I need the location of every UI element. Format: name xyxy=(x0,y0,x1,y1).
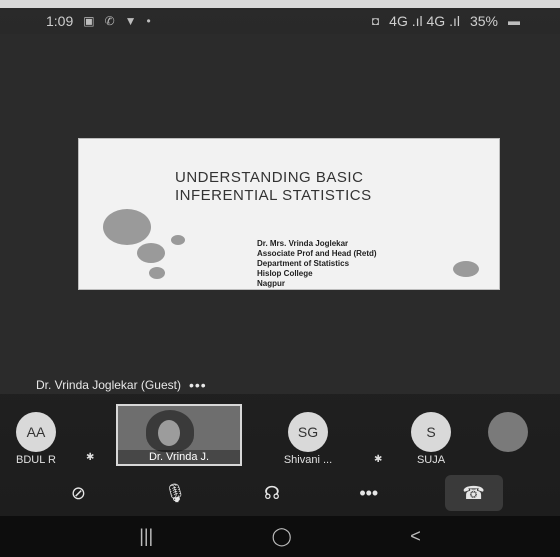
decor-circle-small xyxy=(171,235,185,245)
microphone-icon: 🎙 xyxy=(163,482,187,503)
participant-name: BDUL R xyxy=(16,454,56,466)
home-button[interactable]: ◯ xyxy=(272,526,292,547)
participant-video-face xyxy=(158,420,180,446)
dot-icon: • xyxy=(146,14,151,28)
battery-text: 35% xyxy=(469,13,498,29)
mic-button[interactable]: 🎙 xyxy=(154,475,196,511)
slide-title-line2: INFERENTIAL STATISTICS xyxy=(175,187,372,204)
back-button[interactable]: < xyxy=(410,526,421,547)
participant-avatar: S xyxy=(411,412,451,452)
hang-up-button[interactable]: ☎ xyxy=(444,475,503,511)
participant-tile[interactable] xyxy=(478,404,538,466)
wifi-icon: ▼ xyxy=(124,14,137,28)
participant-avatar-photo xyxy=(488,412,528,452)
slide-author-block: Dr. Mrs. Vrinda Joglekar Associate Prof … xyxy=(257,239,377,289)
signal-text: 4G .ıl 4G .ıl xyxy=(389,13,460,29)
scan-border xyxy=(0,0,560,8)
gallery-icon: ▣ xyxy=(83,14,95,28)
participant-strip[interactable]: AA BDUL R ✱ Dr. Vrinda J. SG Shivani ...… xyxy=(0,404,560,468)
participant-tile[interactable]: AA BDUL R xyxy=(6,404,66,466)
battery-icon: ▬ xyxy=(508,14,520,28)
status-time: 1:09 xyxy=(46,13,74,29)
more-options-button[interactable]: ••• xyxy=(348,475,390,511)
participant-name: SUJA xyxy=(416,454,446,466)
slide-author-line5: Nagpur xyxy=(257,279,285,288)
status-bar: 1:09 ▣ ✆ ▼ • ◘ 4G .ıl 4G .ıl 35% ▬ xyxy=(0,8,560,34)
call-controls: ⊘ 🎙 ☊ ••• ☎ xyxy=(0,470,560,516)
decor-circle-large xyxy=(103,209,151,245)
participant-tile[interactable]: SG Shivani ... xyxy=(270,404,346,466)
mic-muted-icon: ✱ xyxy=(86,452,95,463)
slide-author-line2: Associate Prof and Head (Retd) xyxy=(257,249,377,258)
camera-off-icon: ⊘ xyxy=(70,482,86,503)
presenter-more-button[interactable]: ••• xyxy=(189,377,207,393)
system-nav-bar: ||| ◯ < xyxy=(0,516,560,557)
headset-icon: ☊ xyxy=(263,482,280,503)
meeting-screen: 1:09 ▣ ✆ ▼ • ◘ 4G .ıl 4G .ıl 35% ▬ UNDER… xyxy=(0,0,560,557)
slide-author-line1: Dr. Mrs. Vrinda Joglekar xyxy=(257,239,349,248)
participant-tile[interactable]: S SUJA xyxy=(396,404,466,466)
camera-off-button[interactable]: ⊘ xyxy=(57,475,99,511)
decor-circle-tiny xyxy=(149,267,165,279)
presenter-name: Dr. Vrinda Joglekar (Guest) xyxy=(36,378,181,392)
participant-name: Dr. Vrinda J. xyxy=(118,450,240,464)
more-icon: ••• xyxy=(359,482,379,503)
slide-title-line1: UNDERSTANDING BASIC xyxy=(175,169,364,186)
audio-button[interactable]: ☊ xyxy=(251,475,293,511)
participant-name: Shivani ... xyxy=(283,454,333,466)
slide-title: UNDERSTANDING BASIC INFERENTIAL STATISTI… xyxy=(175,169,372,205)
hang-up-icon: ☎ xyxy=(462,482,485,503)
decor-circle-medium xyxy=(137,243,165,263)
decor-circle-right xyxy=(453,261,479,277)
recent-apps-button[interactable]: ||| xyxy=(139,526,153,547)
participant-avatar: SG xyxy=(288,412,328,452)
participant-avatar: AA xyxy=(16,412,56,452)
slide-author-line4: Hislop College xyxy=(257,269,313,278)
alarm-icon: ◘ xyxy=(371,14,380,28)
mic-muted-icon: ✱ xyxy=(374,454,383,465)
shared-slide: UNDERSTANDING BASIC INFERENTIAL STATISTI… xyxy=(78,138,500,290)
call-icon: ✆ xyxy=(104,14,115,28)
participant-video-tile[interactable]: Dr. Vrinda J. xyxy=(116,404,242,466)
slide-author-line3: Department of Statistics xyxy=(257,259,350,268)
presenter-label: Dr. Vrinda Joglekar (Guest) ••• xyxy=(36,377,207,393)
